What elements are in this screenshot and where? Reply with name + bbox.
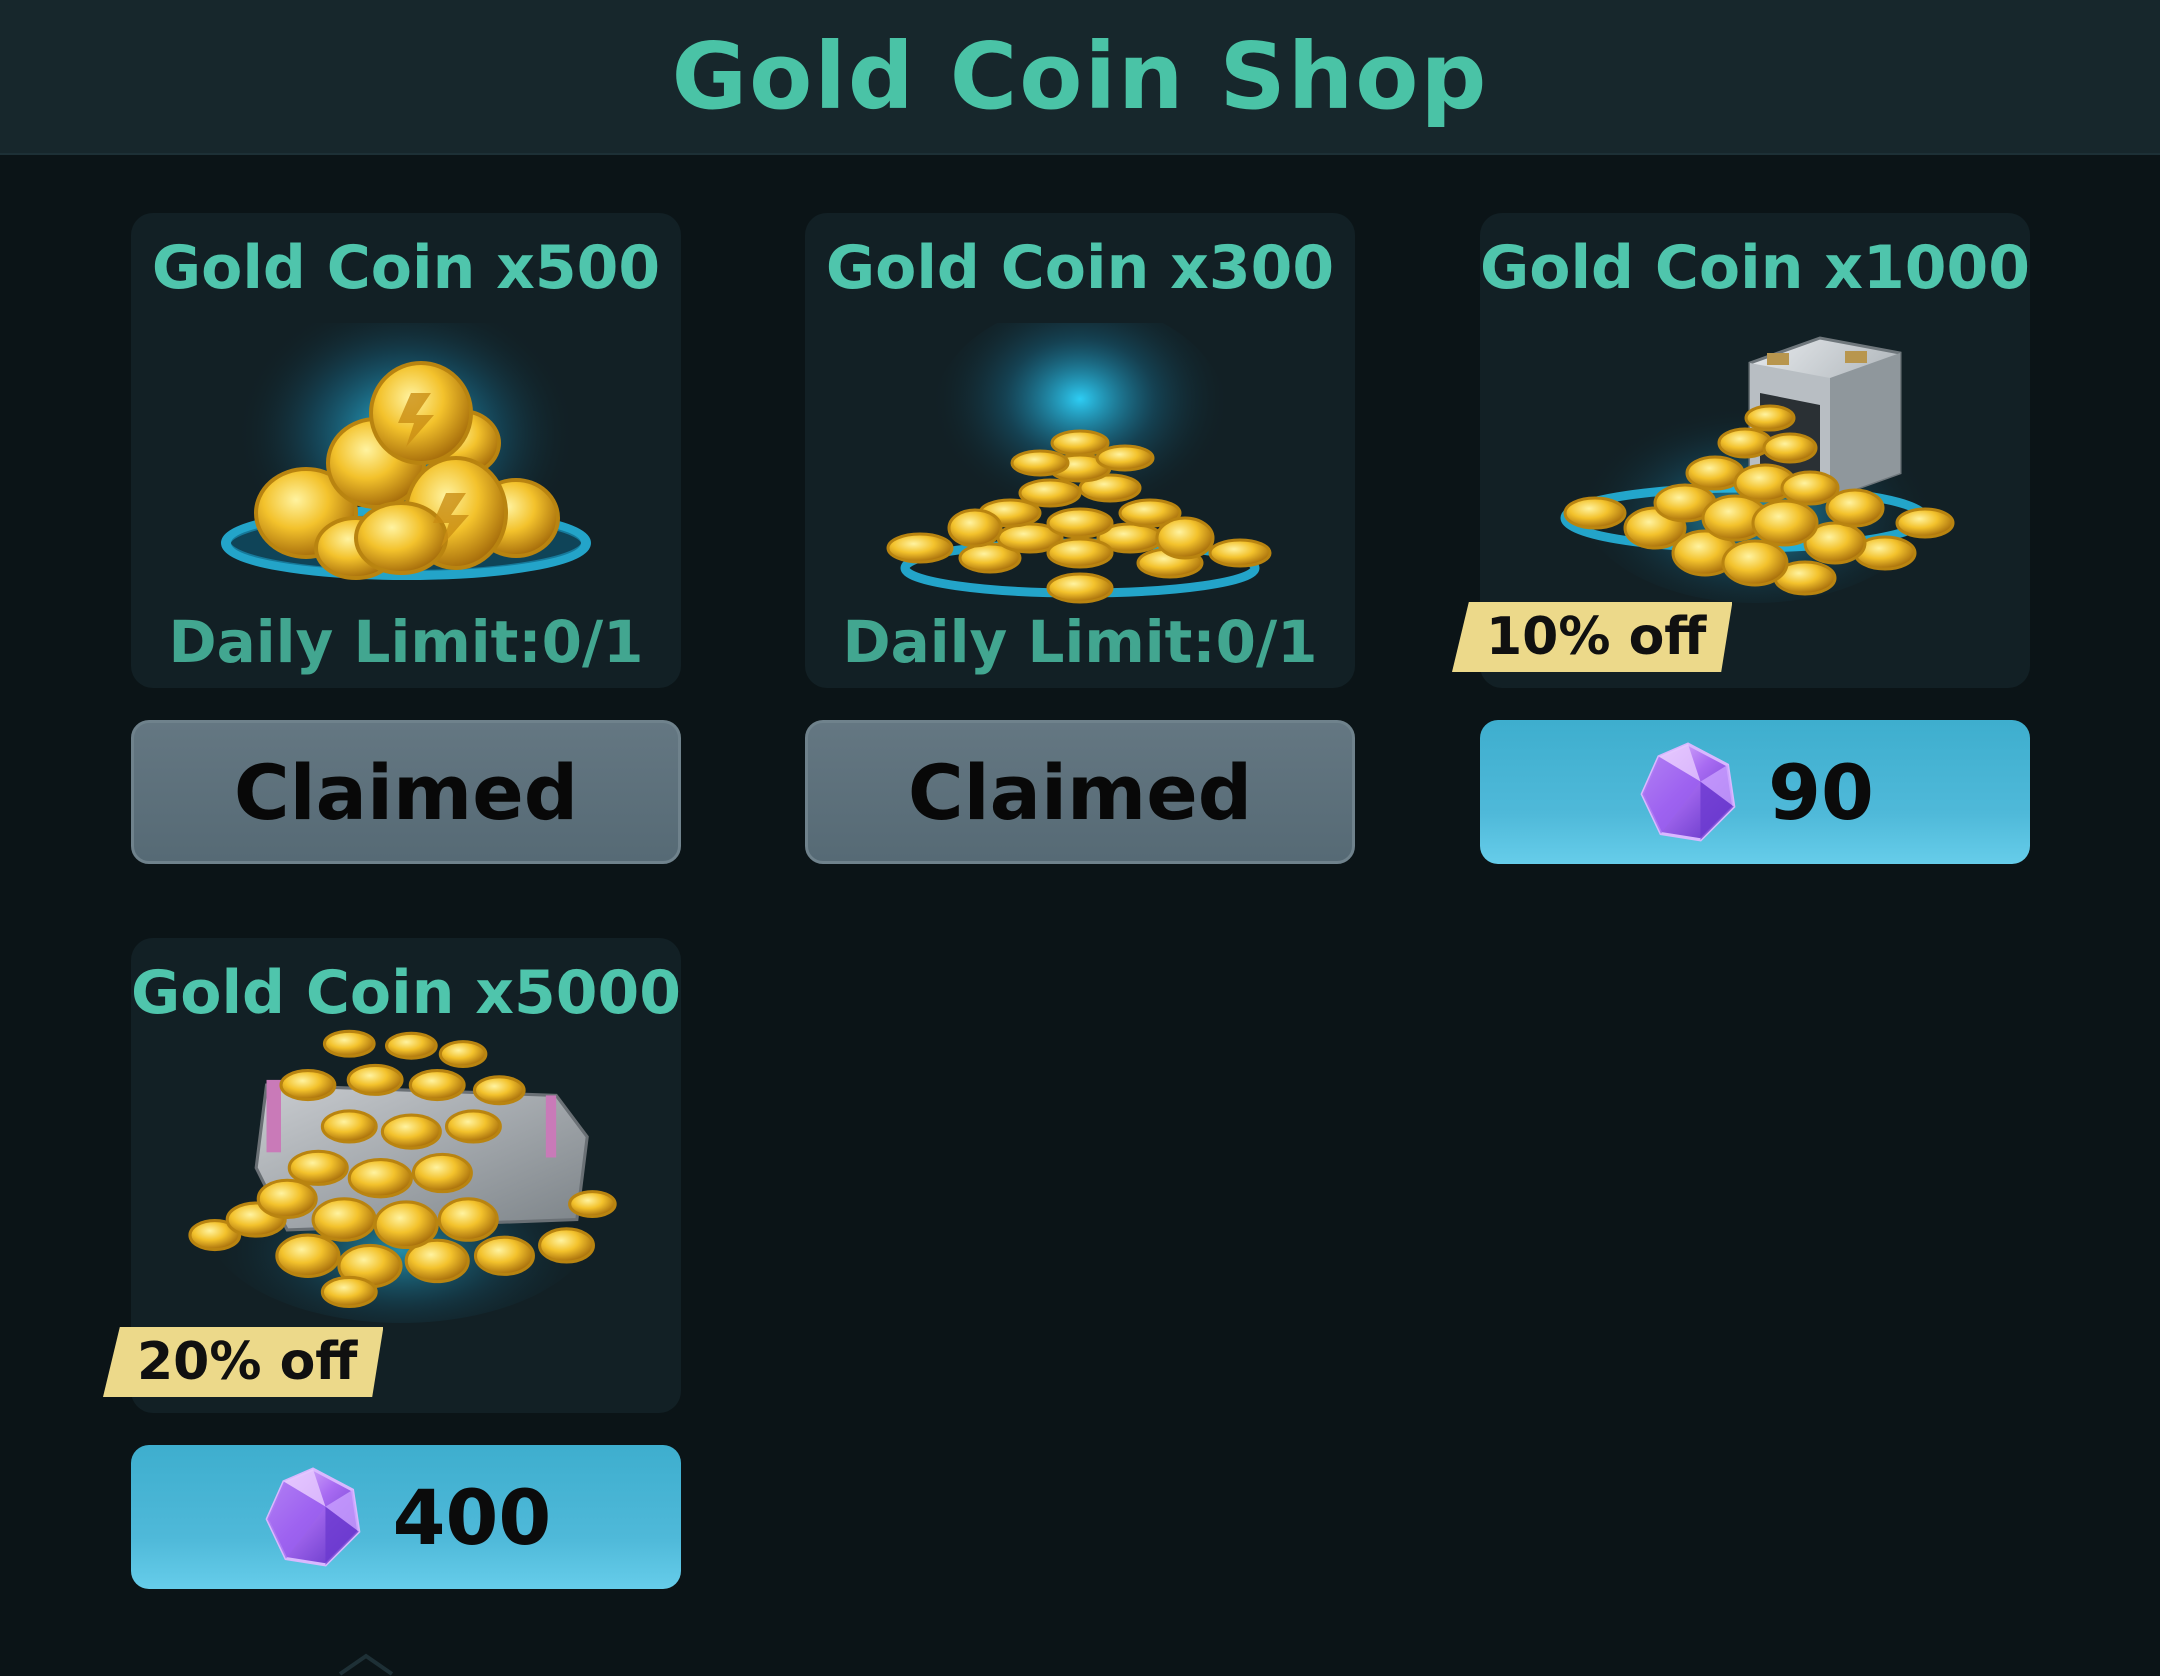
coin-pile-small-icon <box>221 323 591 580</box>
item-title: Gold Coin x5000 <box>131 958 681 1028</box>
button-label: Claimed <box>233 747 579 837</box>
claimed-button[interactable]: Claimed <box>805 720 1355 864</box>
purple-gem-icon <box>1640 742 1736 842</box>
item-title: Gold Coin x1000 <box>1480 233 2030 303</box>
buy-button[interactable]: 90 <box>1480 720 2030 864</box>
shop-header: Gold Coin Shop <box>0 0 2160 155</box>
button-label: Claimed <box>907 747 1253 837</box>
price-label: 90 <box>1768 747 1874 837</box>
discount-badge: 20% off <box>103 1327 384 1397</box>
shop-item-card[interactable]: Gold Coin x1000 10% off <box>1452 213 2030 688</box>
coin-pile-flat-icon <box>886 323 1272 604</box>
scroll-indicator-icon <box>338 1653 394 1676</box>
coin-safe-icon <box>1560 336 1955 603</box>
price-label: 400 <box>392 1472 552 1562</box>
discount-badge: 10% off <box>1452 602 1733 672</box>
gold-coin-shop-screen: Gold Coin Shop Gold Coin x500 Daily Limi… <box>0 0 2160 1676</box>
page-title: Gold Coin Shop <box>671 23 1489 130</box>
shop-item-card[interactable]: Gold Coin x5000 20% off <box>103 938 681 1413</box>
purple-gem-icon <box>265 1467 361 1567</box>
shop-item-card[interactable]: Gold Coin x300 Daily Limit:0/1 <box>805 213 1355 688</box>
item-title: Gold Coin x500 <box>151 233 661 303</box>
shop-item-card[interactable]: Gold Coin x500 Daily Limit:0/1 <box>131 213 681 688</box>
coin-chest-icon <box>188 1029 617 1323</box>
item-title: Gold Coin x300 <box>825 233 1335 303</box>
daily-limit-label: Daily Limit:0/1 <box>168 608 644 676</box>
daily-limit-label: Daily Limit:0/1 <box>842 608 1318 676</box>
buy-button[interactable]: 400 <box>131 1445 681 1589</box>
claimed-button[interactable]: Claimed <box>131 720 681 864</box>
